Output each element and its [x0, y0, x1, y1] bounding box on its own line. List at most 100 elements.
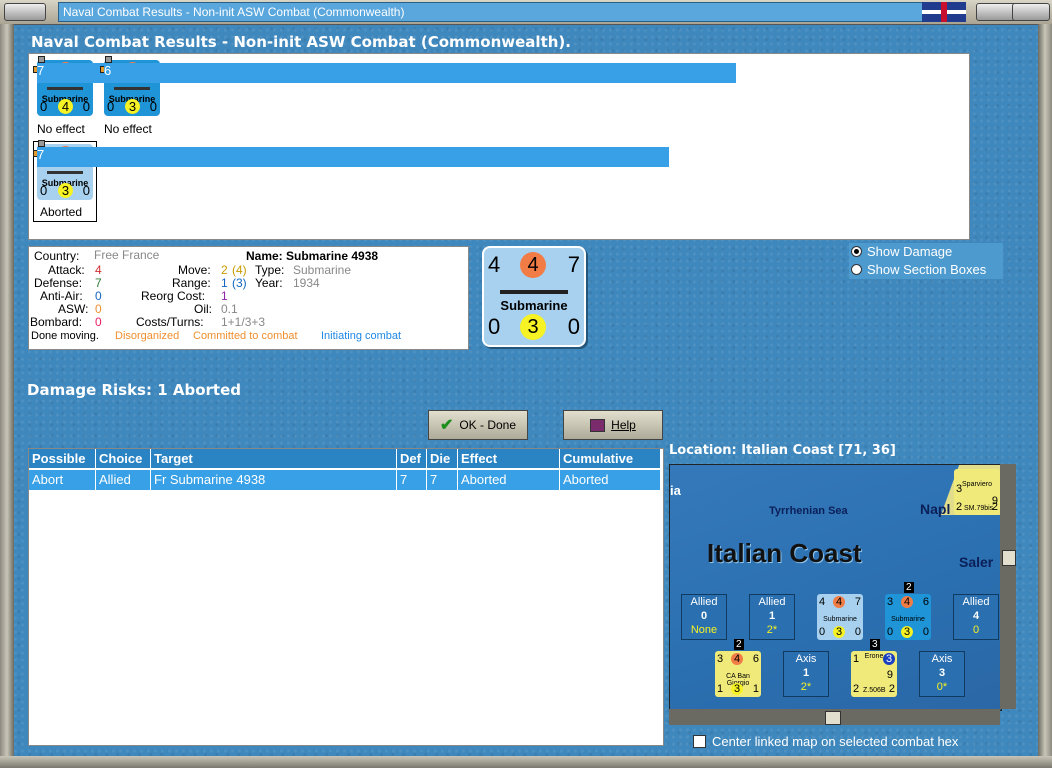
counter-bombard: 0: [567, 314, 580, 339]
map-unit-aircraft-sparviero[interactable]: 3 Sparviero 9 2 SM.79bis 2: [954, 469, 1000, 515]
help-button[interactable]: Help: [563, 410, 663, 440]
box-side: Allied: [690, 596, 718, 608]
unit-value: 1: [752, 683, 759, 695]
combat-results-table: Possible Choice Target Def Die Effect Cu…: [28, 448, 664, 746]
center-map-checkbox[interactable]: [693, 735, 706, 748]
counter-move: 3: [520, 314, 546, 340]
column-header-def[interactable]: Def: [397, 449, 427, 468]
submarine-icon: [47, 171, 83, 174]
map-unit-cruiser[interactable]: 3 4 6 CA Ban Giorgio 1 3 1: [715, 651, 761, 697]
column-header-die[interactable]: Die: [427, 449, 458, 468]
combat-results-panel: 3 4 7 Submarine 0 4 0 No effect 3 4 6 Su…: [28, 53, 970, 240]
cell-possible: Abort: [29, 470, 96, 490]
unit-value: 0: [819, 626, 826, 638]
unit-value: 2: [888, 683, 895, 695]
window-frame-left: [0, 24, 14, 768]
map-vertical-scrollbar[interactable]: [1000, 464, 1016, 709]
counter-bombard: 0: [82, 99, 90, 114]
counter-name: Submarine: [500, 298, 568, 313]
box-sub: 2*: [766, 624, 778, 636]
page-title: Naval Combat Results - Non-init ASW Comb…: [31, 33, 571, 51]
book-icon: [590, 418, 606, 432]
center-map-label[interactable]: Center linked map on selected combat hex: [712, 734, 958, 749]
axis-section-box-3[interactable]: Axis 3 0*: [919, 651, 965, 697]
unit-value: 2: [853, 683, 860, 695]
cell-effect: Aborted: [458, 470, 560, 490]
show-damage-radio[interactable]: [851, 246, 862, 257]
combat-hex-map[interactable]: ia Tyrrhenian Sea Napl Saler Italian Coa…: [669, 464, 1002, 711]
box-sub: 2*: [800, 681, 812, 693]
unit-value: 6: [752, 653, 759, 665]
column-header-possible[interactable]: Possible: [29, 449, 96, 468]
table-row[interactable]: Abort Allied Fr Submarine 4938 7 7 Abort…: [29, 470, 661, 490]
counter-move: 3: [125, 99, 140, 114]
show-section-boxes-label[interactable]: Show Section Boxes: [867, 262, 986, 277]
counter-move: 3: [58, 183, 73, 198]
submarine-icon: [114, 87, 150, 90]
unit-value: 9: [886, 669, 893, 681]
ok-done-label: OK - Done: [459, 418, 517, 432]
result-unit-counter-3[interactable]: 4 4 7 Submarine 0 3 0: [33, 140, 669, 200]
unit-value: 2: [991, 501, 998, 513]
box-side: Allied: [758, 596, 786, 608]
stack-count-badge: 2: [734, 639, 744, 650]
map-horizontal-scrollbar[interactable]: [669, 709, 1000, 725]
unit-value: 0: [887, 626, 894, 638]
unit-name: Submarine: [823, 616, 857, 623]
result-unit-counter-2[interactable]: 3 4 6 Submarine 0 3 0: [100, 56, 736, 116]
close-button[interactable]: [1012, 3, 1050, 21]
submarine-icon: [47, 87, 83, 90]
counter-antiair: 0: [107, 99, 115, 114]
scroll-thumb[interactable]: [1002, 550, 1016, 566]
show-damage-label[interactable]: Show Damage: [867, 244, 952, 259]
box-side: Axis: [931, 653, 953, 665]
unit-value: 6: [922, 596, 929, 608]
bombard-label: Bombard:: [30, 315, 83, 329]
unit-value: 0: [922, 626, 929, 638]
allied-section-box-0[interactable]: Allied 0 None: [681, 594, 727, 640]
allied-section-box-1[interactable]: Allied 1 2*: [749, 594, 795, 640]
box-side: Allied: [962, 596, 990, 608]
unit-info-panel: Country: Free France Name: Submarine 493…: [28, 246, 469, 350]
counter-move: 4: [58, 99, 73, 114]
unit-type: SM.79bis: [964, 505, 994, 512]
range-value: 1: [221, 276, 228, 290]
selected-unit-counter: 4 4 7 Submarine 0 3 0: [482, 246, 586, 347]
scroll-thumb[interactable]: [825, 711, 841, 725]
map-unit-submarine-1[interactable]: 4 4 7 Submarine 0 3 0: [817, 594, 863, 640]
attack-label: Attack:: [48, 263, 85, 277]
defense-label: Defense:: [34, 276, 83, 290]
map-unit-aircraft-erone[interactable]: 1 Erone 3 9 2 Z.506B 2: [851, 651, 897, 697]
system-menu-button[interactable]: [4, 3, 46, 21]
unit-value: 2: [956, 501, 963, 513]
unit-name: Submarine: [891, 616, 925, 623]
box-side: Axis: [795, 653, 817, 665]
box-sub: None: [690, 624, 718, 636]
axis-section-box-1[interactable]: Axis 1 2*: [783, 651, 829, 697]
cell-die: 7: [427, 470, 458, 490]
column-header-choice[interactable]: Choice: [96, 449, 151, 468]
counter-value: 6: [104, 63, 736, 83]
move-value: 2: [221, 263, 228, 277]
stack-count-badge: 3: [870, 639, 880, 650]
counter-bombard: 0: [82, 183, 90, 198]
result-unit-counter-1[interactable]: 3 4 7 Submarine 0 4 0: [33, 56, 669, 116]
unit-value: 1: [717, 683, 724, 695]
region-label: Italian Coast: [707, 538, 862, 568]
antiair-value: 0: [95, 289, 102, 303]
result-caption-1: No effect: [37, 122, 85, 136]
column-header-effect[interactable]: Effect: [458, 449, 560, 468]
counter-value: 7: [37, 147, 669, 167]
column-header-target[interactable]: Target: [151, 449, 397, 468]
move-extra: (4): [232, 263, 247, 277]
asw-label: ASW:: [58, 302, 89, 316]
box-sub: 0: [972, 624, 980, 636]
costs-label: Costs/Turns:: [136, 315, 204, 329]
map-unit-submarine-2[interactable]: 3 4 6 Submarine 0 3 0: [885, 594, 931, 640]
column-header-cumulative[interactable]: Cumulative: [560, 449, 661, 468]
allied-section-box-4[interactable]: Allied 4 0: [953, 594, 999, 640]
damage-risks: Damage Risks: 1 Aborted: [27, 381, 241, 399]
show-section-boxes-radio[interactable]: [851, 264, 862, 275]
ok-done-button[interactable]: ✔ OK - Done: [428, 410, 528, 440]
counter-antiair: 0: [40, 99, 48, 114]
